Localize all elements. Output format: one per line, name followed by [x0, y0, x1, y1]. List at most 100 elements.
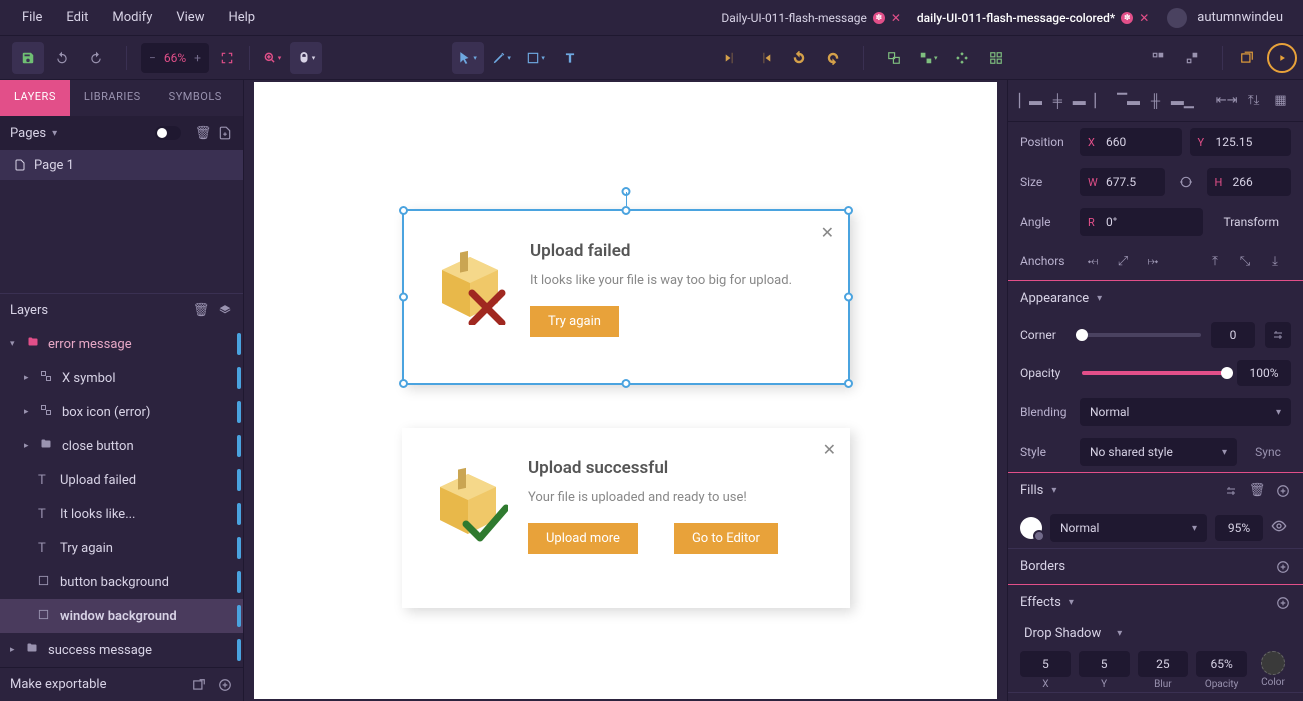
fill-color-swatch[interactable]: [1020, 517, 1042, 539]
caret-down-icon[interactable]: ▾: [10, 339, 20, 349]
layer-x-symbol[interactable]: ▸ X symbol: [0, 361, 243, 395]
assets-button[interactable]: [980, 42, 1012, 74]
position-y-input[interactable]: Y125.15: [1190, 128, 1292, 156]
corner-slider[interactable]: [1082, 333, 1201, 337]
tab-close-icon[interactable]: ✕: [1139, 11, 1149, 25]
align-bottom-icon[interactable]: ▬▁: [1170, 88, 1195, 114]
save-button[interactable]: [12, 42, 44, 74]
layer-button-bg[interactable]: button background: [0, 565, 243, 599]
upload-more-button[interactable]: Upload more: [528, 523, 638, 554]
caret-right-icon[interactable]: ▸: [24, 373, 34, 383]
align-h-center-icon[interactable]: ╪: [1045, 88, 1070, 114]
success-flash-card[interactable]: ✕ Upload successful Your file is uploade…: [402, 428, 850, 608]
layer-try-again-text[interactable]: T Try again: [0, 531, 243, 565]
try-again-button[interactable]: Try again: [530, 306, 619, 337]
chevron-down-icon[interactable]: ▾: [1069, 597, 1074, 608]
caret-right-icon[interactable]: ▸: [10, 645, 20, 655]
snap-button[interactable]: ▾: [290, 42, 322, 74]
chevron-down-icon[interactable]: ▾: [52, 128, 57, 139]
shape-tool[interactable]: ▾: [520, 42, 552, 74]
corner-value[interactable]: 0: [1211, 322, 1255, 348]
fill-options-icon[interactable]: [1223, 483, 1239, 499]
width-input[interactable]: W677.5: [1080, 168, 1165, 196]
layer-error-message[interactable]: ▾ error message: [0, 327, 243, 361]
text-tool[interactable]: [554, 42, 586, 74]
chevron-down-icon[interactable]: ▾: [1097, 293, 1102, 304]
style-select[interactable]: No shared style▾: [1080, 438, 1237, 466]
flip-h-button[interactable]: [715, 42, 747, 74]
doc-tab-a[interactable]: Daily-UI-011-flash-message ✽ ✕: [713, 7, 909, 29]
close-icon[interactable]: ✕: [821, 223, 834, 242]
ungroup-button[interactable]: ▾: [912, 42, 944, 74]
add-export-icon[interactable]: [217, 677, 233, 693]
anchor-top-icon[interactable]: ⤒: [1202, 248, 1228, 274]
layer-box-icon-error[interactable]: ▸ box icon (error): [0, 395, 243, 429]
component-button[interactable]: [946, 42, 978, 74]
align-right-icon[interactable]: ▬▕: [1072, 88, 1097, 114]
menu-edit[interactable]: Edit: [54, 4, 100, 31]
menu-help[interactable]: Help: [216, 4, 267, 31]
sync-button[interactable]: Sync: [1245, 438, 1291, 466]
tidy-icon[interactable]: ▦: [1268, 88, 1293, 114]
layers-options-icon[interactable]: [217, 303, 233, 319]
close-icon[interactable]: ✕: [823, 440, 836, 459]
menu-file[interactable]: File: [10, 4, 54, 31]
anchor-left-icon[interactable]: ⤟: [1080, 248, 1106, 274]
play-button[interactable]: [1267, 43, 1297, 73]
caret-right-icon[interactable]: ▸: [24, 407, 34, 417]
layer-upload-failed-text[interactable]: T Upload failed: [0, 463, 243, 497]
undo-button[interactable]: [46, 42, 78, 74]
share-button[interactable]: [1231, 42, 1263, 74]
distribute-h-icon[interactable]: ⇤⇥: [1214, 88, 1239, 114]
pen-tool[interactable]: ▾: [486, 42, 518, 74]
shadow-opacity-input[interactable]: 65%: [1196, 651, 1247, 677]
opacity-value[interactable]: 100%: [1237, 360, 1291, 386]
layer-desc-text[interactable]: T It looks like...: [0, 497, 243, 531]
lock-aspect-icon[interactable]: [1173, 169, 1199, 195]
fill-visibility-icon[interactable]: [1271, 518, 1291, 538]
go-editor-button[interactable]: Go to Editor: [674, 523, 778, 554]
position-x-input[interactable]: X660: [1080, 128, 1182, 156]
zoom-in-icon[interactable]: +: [194, 51, 201, 65]
rotate-cw-button[interactable]: [817, 42, 849, 74]
shadow-color-swatch[interactable]: [1261, 651, 1285, 675]
menu-view[interactable]: View: [164, 4, 216, 31]
canvas-area[interactable]: ✕ Upload failed It looks like your file …: [244, 80, 1007, 701]
anchor-h-center-icon[interactable]: ⤢: [1110, 248, 1136, 274]
inspect-button[interactable]: [1142, 42, 1174, 74]
menu-modify[interactable]: Modify: [100, 4, 164, 31]
corner-advanced-icon[interactable]: [1265, 322, 1291, 348]
shadow-y-input[interactable]: 5: [1079, 651, 1130, 677]
group-button[interactable]: [878, 42, 910, 74]
export-out-icon[interactable]: [191, 677, 207, 693]
blending-select[interactable]: Normal▾: [1080, 398, 1291, 426]
height-input[interactable]: H266: [1207, 168, 1292, 196]
user-avatar[interactable]: [1167, 8, 1187, 28]
delete-fill-icon[interactable]: 🗑: [1249, 483, 1265, 499]
layer-window-bg[interactable]: window background: [0, 599, 243, 633]
align-top-icon[interactable]: ▔▬: [1116, 88, 1141, 114]
layer-success-message[interactable]: ▸ success message: [0, 633, 243, 667]
add-fill-icon[interactable]: [1275, 483, 1291, 499]
redo-button[interactable]: [80, 42, 112, 74]
align-left-icon[interactable]: ▏▬: [1018, 88, 1043, 114]
opacity-slider[interactable]: [1082, 371, 1227, 375]
page-item[interactable]: Page 1: [0, 150, 243, 180]
anchor-right-icon[interactable]: ⤠: [1140, 248, 1166, 274]
transform-button[interactable]: Transform: [1211, 208, 1291, 236]
anchor-bottom-icon[interactable]: ⤓: [1262, 248, 1288, 274]
fit-screen-button[interactable]: [211, 42, 243, 74]
distribute-v-icon[interactable]: ⤒⤓: [1241, 88, 1266, 114]
zoom-out-icon[interactable]: −: [149, 51, 156, 65]
shadow-blur-input[interactable]: 25: [1138, 651, 1189, 677]
add-border-icon[interactable]: [1275, 559, 1291, 575]
fill-blend-select[interactable]: Normal▾: [1050, 514, 1207, 542]
left-tab-libraries[interactable]: LIBRARIES: [70, 80, 155, 116]
add-effect-icon[interactable]: [1275, 595, 1291, 611]
zoom-control[interactable]: − 66% +: [141, 43, 209, 73]
caret-right-icon[interactable]: ▸: [24, 441, 34, 451]
flip-v-button[interactable]: [749, 42, 781, 74]
anchor-v-center-icon[interactable]: ⤡: [1232, 248, 1258, 274]
chevron-down-icon[interactable]: ▾: [1117, 628, 1122, 639]
doc-tab-b[interactable]: daily-UI-011-flash-message-colored* ✽ ✕: [909, 7, 1157, 29]
